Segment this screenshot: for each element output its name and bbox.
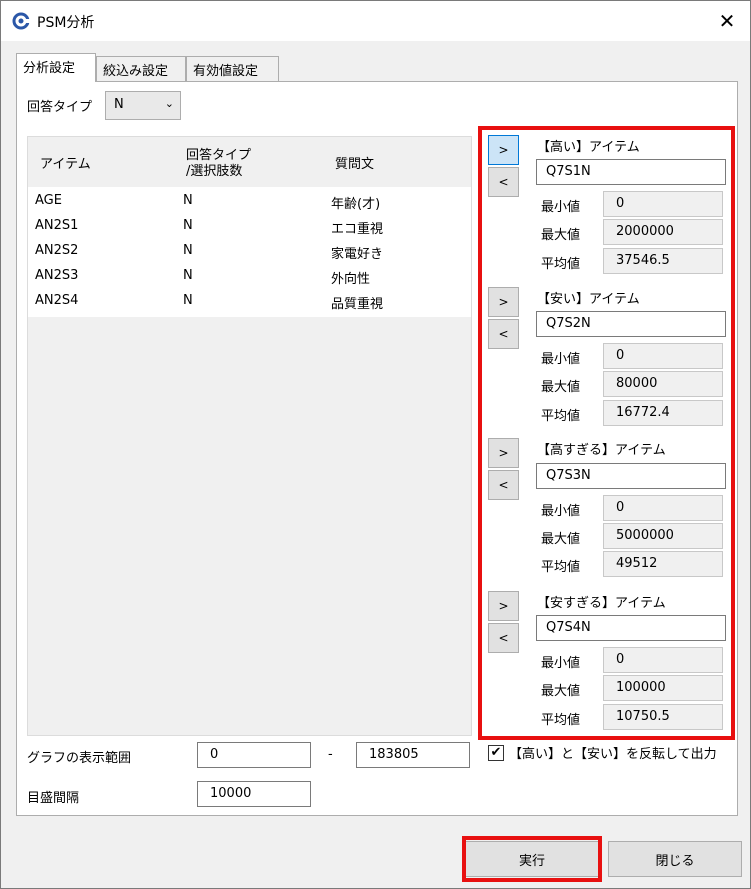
graph-range-min-input[interactable]: 0	[197, 742, 311, 768]
too-high-min-value: 0	[603, 495, 723, 521]
scale-interval-input[interactable]: 10000	[197, 781, 311, 807]
invert-checkbox-label: 【高い】と【安い】を反転して出力	[509, 747, 717, 762]
row-item: AN2S4	[35, 293, 79, 308]
cheap-avg-value: 16772.4	[603, 400, 723, 426]
run-button[interactable]: 実行	[465, 841, 599, 877]
column-header-choice-count: /選択肢数	[186, 164, 243, 179]
min-label: 最小値	[541, 352, 581, 367]
high-min-value: 0	[603, 191, 723, 217]
add-high-item-button[interactable]: >	[488, 135, 519, 165]
row-type: N	[183, 218, 193, 233]
list-row[interactable]: AN2S2 N 家電好き	[28, 239, 471, 264]
list-row[interactable]: AN2S1 N エコ重視	[28, 214, 471, 239]
remove-too-cheap-item-button[interactable]: <	[488, 623, 519, 653]
add-too-high-item-button[interactable]: >	[488, 438, 519, 468]
too-high-max-value: 5000000	[603, 523, 723, 549]
row-question: 品質重視	[331, 297, 384, 312]
app-logo-icon	[12, 12, 30, 30]
high-avg-value: 37546.5	[603, 248, 723, 274]
max-label: 最大値	[541, 380, 581, 395]
min-label: 最小値	[541, 504, 581, 519]
max-label: 最大値	[541, 684, 581, 699]
graph-range-max-input[interactable]: 183805	[356, 742, 470, 768]
answer-type-label: 回答タイプ	[27, 100, 93, 115]
avg-label: 平均値	[541, 257, 581, 272]
cheap-item-title: 【安い】アイテム	[537, 292, 640, 307]
remove-too-high-item-button[interactable]: <	[488, 470, 519, 500]
list-body: AGE N 年齢(才) AN2S1 N エコ重視 AN2S2 N 家電好き AN…	[28, 187, 471, 317]
row-item: AN2S3	[35, 268, 79, 283]
too-high-avg-value: 49512	[603, 551, 723, 577]
invert-checkbox[interactable]: ✔	[488, 745, 504, 761]
close-button[interactable]: 閉じる	[608, 841, 742, 877]
avg-label: 平均値	[541, 713, 581, 728]
row-item: AN2S1	[35, 218, 79, 233]
avg-label: 平均値	[541, 560, 581, 575]
too-cheap-min-value: 0	[603, 647, 723, 673]
tab-filter-settings[interactable]: 絞込み設定	[96, 56, 186, 81]
min-label: 最小値	[541, 656, 581, 671]
column-header-question: 質問文	[335, 157, 375, 172]
avg-label: 平均値	[541, 409, 581, 424]
too-cheap-item-field[interactable]: Q7S4N	[536, 615, 726, 641]
list-row[interactable]: AN2S4 N 品質重視	[28, 289, 471, 314]
too-high-item-title: 【高すぎる】アイテム	[537, 443, 666, 458]
high-item-field[interactable]: Q7S1N	[536, 159, 726, 185]
too-cheap-max-value: 100000	[603, 675, 723, 701]
chevron-down-icon: ⌄	[164, 97, 174, 110]
high-max-value: 2000000	[603, 219, 723, 245]
column-header-item: アイテム	[40, 157, 91, 172]
cheap-min-value: 0	[603, 343, 723, 369]
row-type: N	[183, 243, 193, 258]
answer-type-select[interactable]: N ⌄	[105, 91, 181, 120]
remove-high-item-button[interactable]: <	[488, 167, 519, 197]
max-label: 最大値	[541, 228, 581, 243]
row-question: エコ重視	[331, 222, 384, 237]
cheap-item-field[interactable]: Q7S2N	[536, 311, 726, 337]
row-type: N	[183, 193, 193, 208]
psm-dialog: PSM分析 ✕ 分析設定 絞込み設定 有効値設定 回答タイプ N ⌄ アイテム …	[0, 0, 751, 889]
tab-valid-value-settings[interactable]: 有効値設定	[186, 56, 279, 81]
too-high-item-field[interactable]: Q7S3N	[536, 463, 726, 489]
window-title: PSM分析	[37, 15, 95, 31]
add-too-cheap-item-button[interactable]: >	[488, 591, 519, 621]
list-header: アイテム 回答タイプ /選択肢数 質問文	[28, 137, 471, 187]
cheap-max-value: 80000	[603, 371, 723, 397]
row-question: 年齢(才)	[331, 197, 381, 212]
close-icon[interactable]: ✕	[704, 1, 750, 41]
range-separator: -	[328, 747, 333, 762]
max-label: 最大値	[541, 532, 581, 547]
item-list[interactable]: アイテム 回答タイプ /選択肢数 質問文 AGE N 年齢(才) AN2S1 N…	[27, 136, 472, 736]
graph-range-label: グラフの表示範囲	[27, 751, 132, 766]
scale-interval-label: 目盛間隔	[27, 791, 80, 806]
too-cheap-avg-value: 10750.5	[603, 704, 723, 730]
row-type: N	[183, 293, 193, 308]
row-type: N	[183, 268, 193, 283]
row-question: 家電好き	[331, 247, 384, 262]
add-cheap-item-button[interactable]: >	[488, 287, 519, 317]
row-item: AGE	[35, 193, 62, 208]
list-row[interactable]: AN2S3 N 外向性	[28, 264, 471, 289]
min-label: 最小値	[541, 200, 581, 215]
row-item: AN2S2	[35, 243, 79, 258]
row-question: 外向性	[331, 272, 371, 287]
too-cheap-item-title: 【安すぎる】アイテム	[537, 596, 666, 611]
answer-type-value: N	[114, 97, 124, 112]
list-row[interactable]: AGE N 年齢(才)	[28, 189, 471, 214]
tab-analysis-settings[interactable]: 分析設定	[16, 53, 96, 82]
remove-cheap-item-button[interactable]: <	[488, 319, 519, 349]
title-bar: PSM分析 ✕	[1, 1, 750, 41]
high-item-title: 【高い】アイテム	[537, 140, 640, 155]
